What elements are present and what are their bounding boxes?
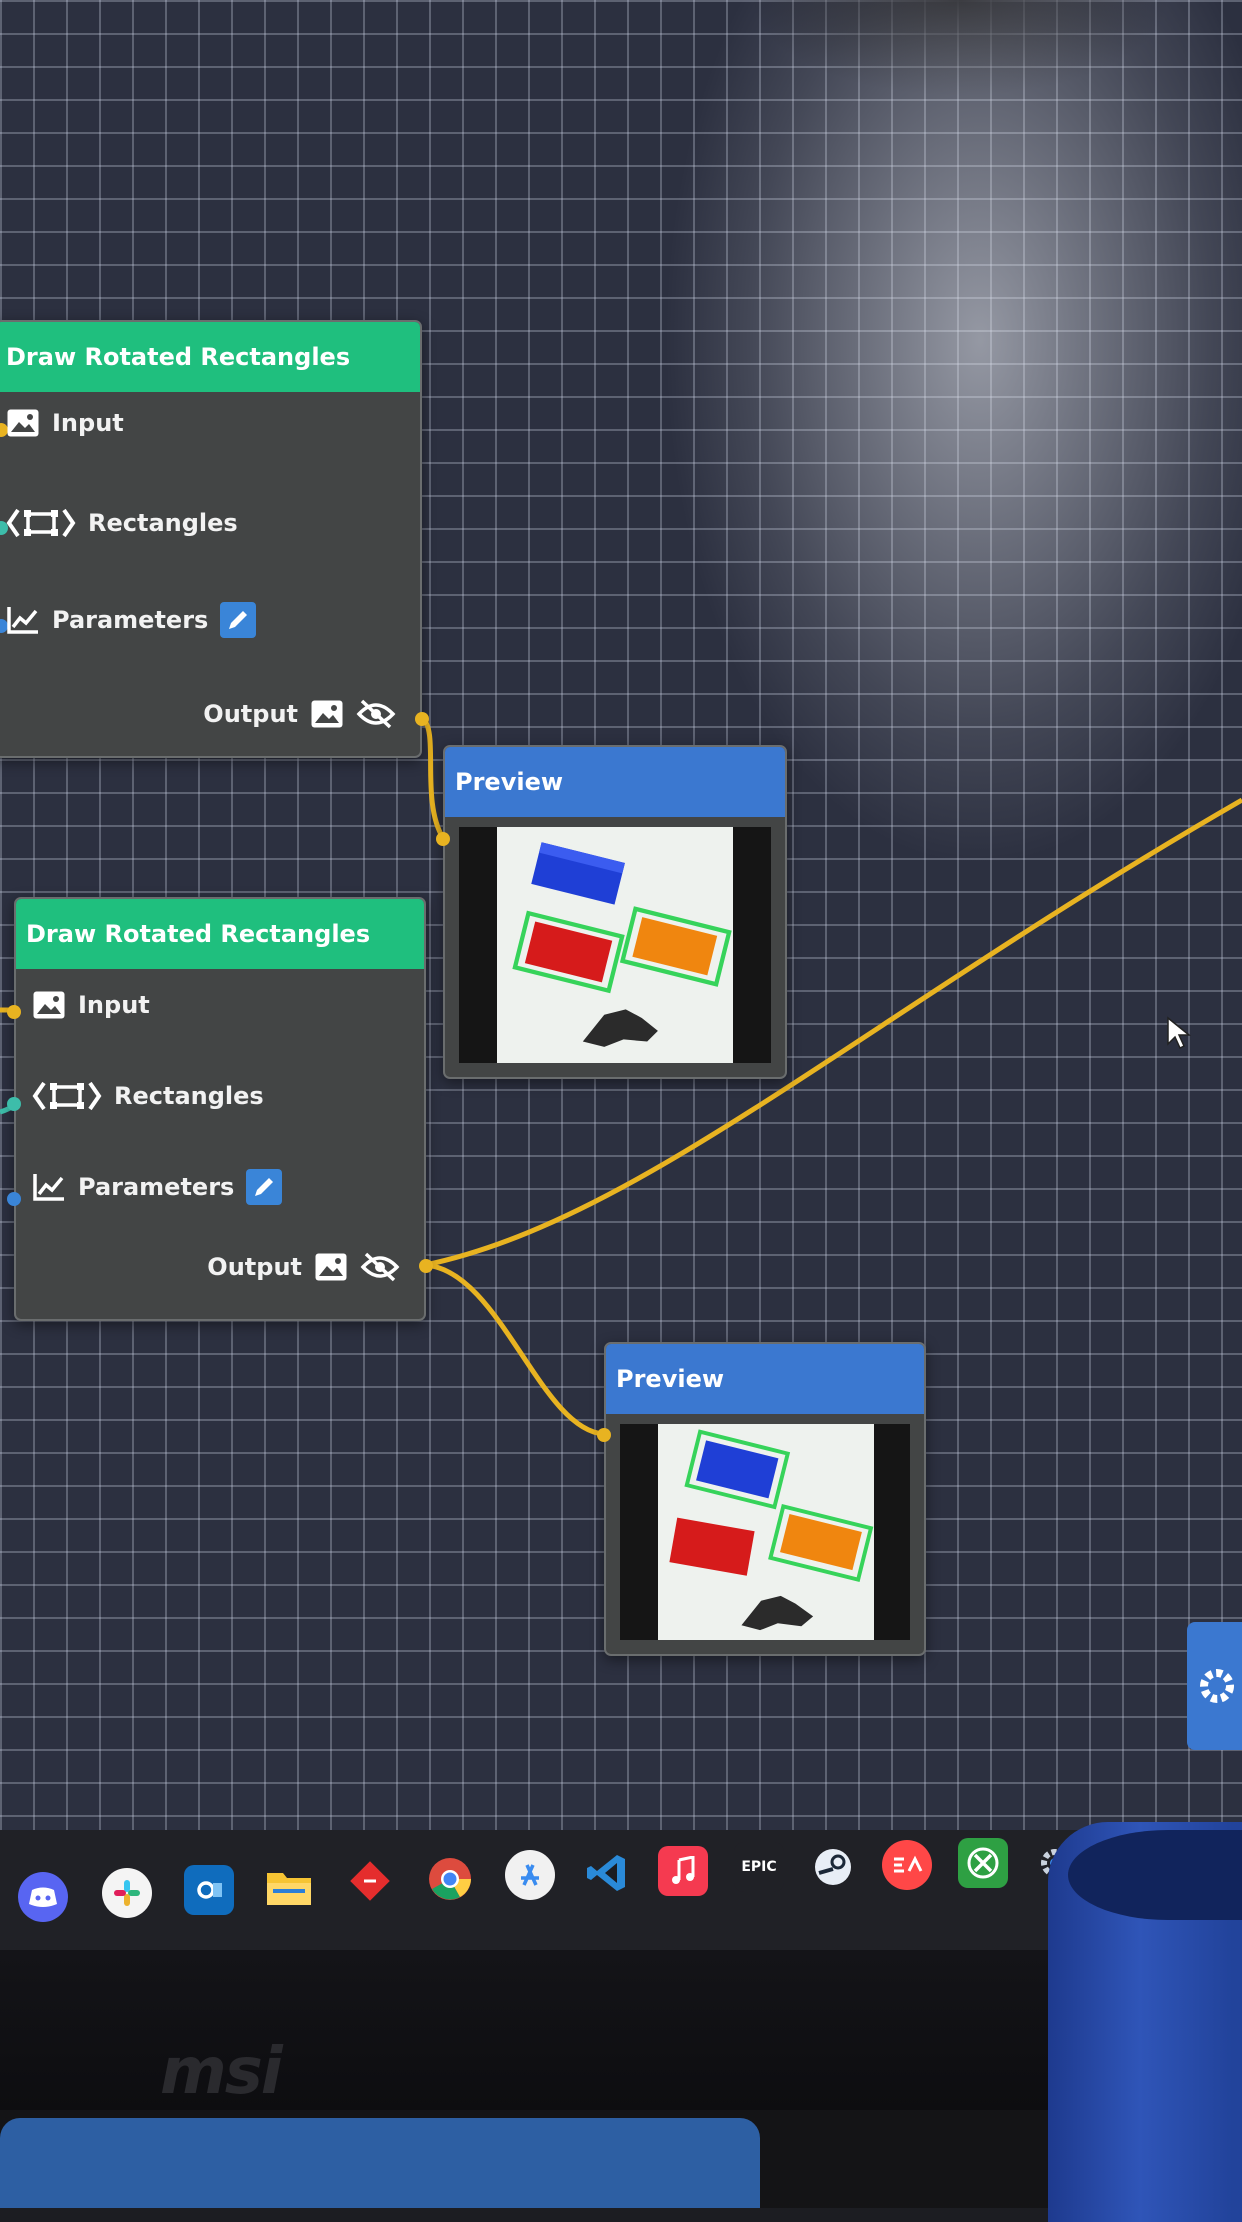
draw-rotated-rectangles-node-2[interactable]: Draw Rotated Rectangles Input Rectangles… xyxy=(7,897,433,1321)
node-title[interactable]: Draw Rotated Rectangles xyxy=(16,899,424,969)
rectangle-list-icon xyxy=(32,1079,102,1113)
output-port[interactable] xyxy=(415,712,429,726)
pencil-icon[interactable] xyxy=(220,602,257,638)
output-row: Output xyxy=(207,1251,400,1283)
node-title[interactable]: Draw Rotated Rectangles xyxy=(0,322,420,392)
pencil-icon[interactable] xyxy=(246,1169,283,1205)
settings-panel-toggle[interactable] xyxy=(1187,1622,1242,1750)
preview-title[interactable]: Preview xyxy=(606,1344,924,1414)
eye-off-icon[interactable] xyxy=(356,698,396,730)
chart-line-icon xyxy=(6,605,40,635)
steam-icon[interactable] xyxy=(808,1842,858,1892)
file-explorer-icon[interactable] xyxy=(264,1862,314,1912)
image-icon xyxy=(314,1252,348,1282)
preview-node-1[interactable]: Preview xyxy=(436,745,787,1079)
parameters-row: Parameters xyxy=(32,1169,283,1205)
image-icon xyxy=(310,699,344,729)
chrome-icon[interactable] xyxy=(425,1854,475,1904)
input-label: Input xyxy=(78,991,150,1019)
image-icon xyxy=(32,990,66,1020)
slack-icon[interactable] xyxy=(102,1868,152,1918)
input-row: Input xyxy=(32,990,150,1020)
discord-icon[interactable] xyxy=(18,1872,68,1922)
rectangles-label: Rectangles xyxy=(88,509,238,537)
output-label: Output xyxy=(203,700,298,728)
preview-input-port[interactable] xyxy=(597,1428,611,1442)
rectangles-label: Rectangles xyxy=(114,1082,264,1110)
parameters-row: Parameters xyxy=(6,602,257,638)
gear-icon xyxy=(1195,1664,1239,1708)
image-icon xyxy=(6,408,40,438)
input-label: Input xyxy=(52,409,124,437)
preview-title[interactable]: Preview xyxy=(445,747,785,817)
output-label: Output xyxy=(207,1253,302,1281)
eye-off-icon[interactable] xyxy=(360,1251,400,1283)
outlook-icon[interactable] xyxy=(184,1865,234,1915)
preview-node-2[interactable]: Preview xyxy=(597,1342,926,1656)
git-icon[interactable] xyxy=(345,1856,395,1906)
preview-image xyxy=(459,827,771,1063)
epic-label: EPIC xyxy=(741,1859,777,1875)
preview-input-port[interactable] xyxy=(436,832,450,846)
xbox-icon[interactable] xyxy=(958,1838,1008,1888)
preview-image xyxy=(620,1424,910,1640)
ea-icon[interactable] xyxy=(882,1840,932,1890)
monitor-brand-logo: msi xyxy=(160,2035,283,2109)
input-port[interactable] xyxy=(7,1005,21,1019)
input-row: Input xyxy=(6,408,124,438)
epic-games-icon[interactable]: EPIC xyxy=(734,1842,784,1892)
parameters-port[interactable] xyxy=(7,1192,21,1206)
blue-mat xyxy=(0,2118,760,2208)
mouse-cursor-icon xyxy=(1166,1016,1192,1054)
draw-rotated-rectangles-node-1[interactable]: Draw Rotated Rectangles Input Rectangles… xyxy=(0,320,429,758)
output-row: Output xyxy=(203,698,396,730)
rectangle-list-icon xyxy=(6,506,76,540)
rectangles-port[interactable] xyxy=(7,1097,21,1111)
output-port[interactable] xyxy=(419,1259,433,1273)
app-store-icon[interactable] xyxy=(505,1850,555,1900)
music-icon[interactable] xyxy=(658,1846,708,1896)
vscode-icon[interactable] xyxy=(582,1848,632,1898)
rectangles-row: Rectangles xyxy=(6,506,238,540)
parameters-label: Parameters xyxy=(52,606,209,634)
parameters-label: Parameters xyxy=(78,1173,235,1201)
chart-line-icon xyxy=(32,1172,66,1202)
rectangles-row: Rectangles xyxy=(32,1079,264,1113)
